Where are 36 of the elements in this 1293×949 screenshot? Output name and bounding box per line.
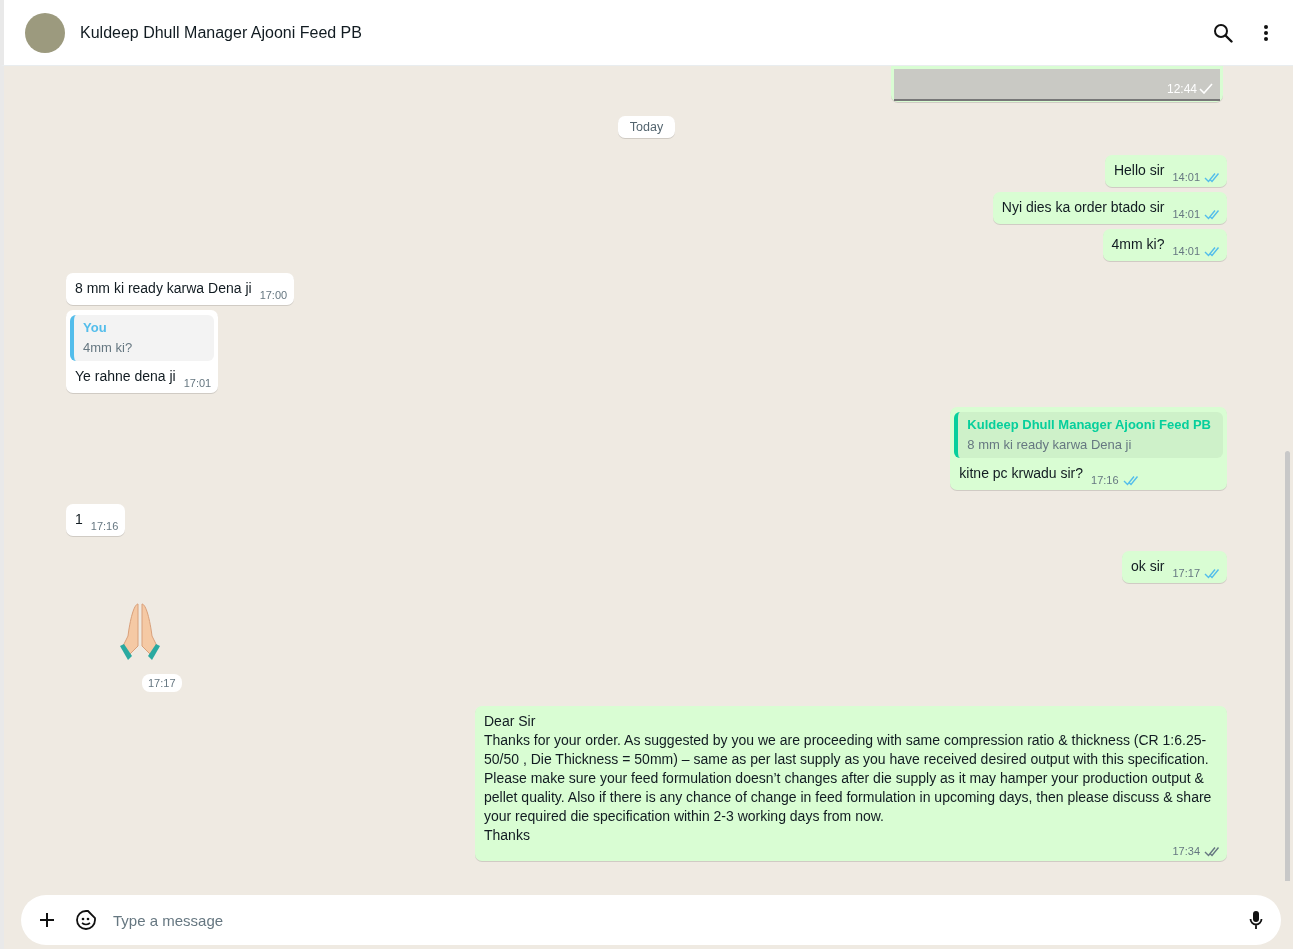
- message-time: 14:01: [1172, 208, 1200, 220]
- message-time: 17:16: [1091, 474, 1119, 486]
- microphone-icon[interactable]: [1249, 910, 1263, 930]
- message-text: Dear Sir Thanks for your order. As suggested by you we are proceeding with same compression ratio & thickness (CR 1:6.25-50/50 , Die Thickness = 50mm) – same as per last supply as you have received desired output with this specification. Please make sure your feed formulation doesn’t changes after die supply as it may hamper your production output & pellet quality. Also if there is any chance of change in feed formulation in upcoming days, then please discuss & share your required die specification within 2-3 working days from now. Thanks: [484, 712, 1213, 845]
- check-icon: [1199, 83, 1213, 94]
- message-text: Hello sir: [1113, 161, 1165, 180]
- message-time: 17:00: [259, 289, 288, 301]
- search-icon[interactable]: [1213, 22, 1233, 43]
- message-time: 17:34: [1172, 845, 1200, 857]
- message-text: Ye rahne dena ji: [75, 367, 176, 386]
- message-text: 1: [75, 510, 83, 529]
- sticker-icon[interactable]: [75, 909, 97, 931]
- message-time: 17:17: [1172, 567, 1200, 579]
- contact-avatar[interactable]: [25, 12, 65, 53]
- plus-icon[interactable]: [39, 912, 55, 928]
- quoted-message[interactable]: Kuldeep Dhull Manager Ajooni Feed PB 8 mm ki ready karwa Dena ji: [954, 412, 1223, 458]
- contact-name[interactable]: Kuldeep Dhull Manager Ajooni Feed PB: [80, 23, 362, 42]
- quote-text: 4mm ki?: [83, 340, 134, 355]
- quote-text: 8 mm ki ready karwa Dena ji: [967, 437, 1133, 452]
- message-text: 8 mm ki ready karwa Dena ji: [75, 279, 252, 298]
- quote-author: Kuldeep Dhull Manager Ajooni Feed PB: [967, 417, 1211, 432]
- message-text: kitne pc krwadu sir?: [959, 464, 1084, 483]
- quoted-message[interactable]: You 4mm ki?: [70, 315, 215, 361]
- quote-author: You: [83, 320, 108, 335]
- message-time: 17:01: [183, 377, 212, 389]
- message-time: 14:01: [1172, 171, 1200, 183]
- message-text: 4mm ki?: [1111, 235, 1165, 254]
- message-time: 17:16: [90, 520, 119, 532]
- menu-icon[interactable]: [1263, 23, 1269, 42]
- message-text: ok sir: [1131, 557, 1165, 576]
- date-chip: Today: [617, 116, 676, 138]
- message-time: 14:01: [1172, 245, 1200, 257]
- message-time: 12:44: [1166, 82, 1197, 96]
- message-time: 17:17: [142, 674, 182, 692]
- message-field[interactable]: Type a message: [21, 895, 1281, 945]
- message-text: Nyi dies ka order btado sir: [1001, 198, 1165, 217]
